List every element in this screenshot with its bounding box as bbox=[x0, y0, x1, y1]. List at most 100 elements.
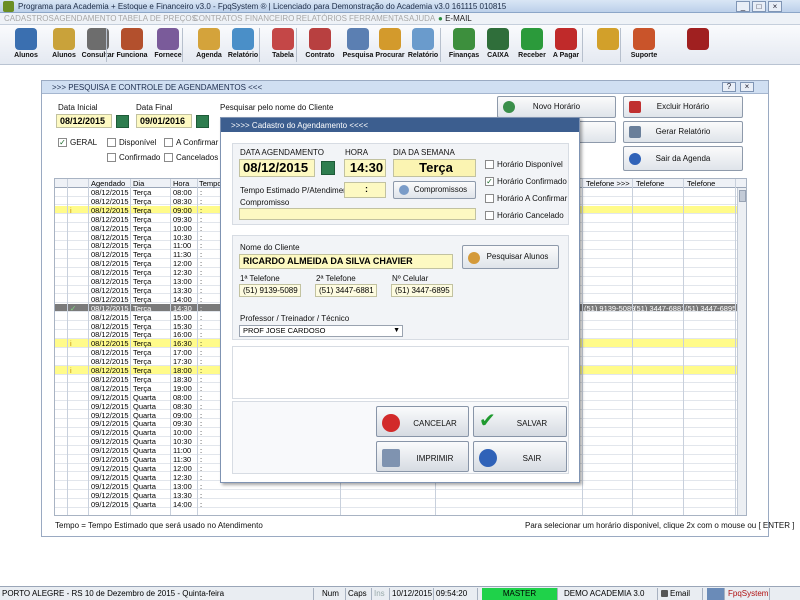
agenda-close-button[interactable]: × bbox=[740, 82, 754, 92]
cell-agendado: 08/12/2015 bbox=[91, 366, 129, 375]
gerar-relatorio-button[interactable]: Gerar Relatório bbox=[623, 121, 743, 143]
cell-tempo: : bbox=[200, 428, 203, 438]
cell-dia: Terça bbox=[133, 205, 152, 215]
menu-cadastros[interactable]: CADASTROS bbox=[4, 14, 54, 23]
toolbar-alunos-button[interactable]: Alunos bbox=[8, 27, 44, 63]
pesquisar-alunos-button[interactable]: Pesquisar Alunos bbox=[462, 245, 559, 269]
toolbar-suporte-button[interactable]: Suporte bbox=[626, 27, 662, 63]
status-confirmar-checkbox[interactable] bbox=[485, 194, 494, 203]
cell-hora: 16:00 bbox=[173, 330, 192, 340]
help-button[interactable]: ? bbox=[722, 82, 736, 92]
column-tempo[interactable]: Tempo bbox=[199, 179, 222, 188]
toolbar-exit-button[interactable] bbox=[680, 27, 716, 63]
celular-label: Nº Celular bbox=[392, 274, 429, 283]
compromissos-button[interactable]: Compromissos bbox=[393, 181, 476, 199]
table-scrollbar[interactable] bbox=[737, 188, 746, 515]
cell-hora: 11:00 bbox=[173, 446, 192, 456]
column-telefone-2[interactable]: Telefone bbox=[636, 179, 664, 188]
status-confirmado-checkbox[interactable]: ✓ bbox=[485, 177, 494, 186]
status-disponivel-checkbox[interactable] bbox=[485, 160, 494, 169]
column-telefone-1[interactable]: Telefone >>> bbox=[586, 179, 630, 188]
cancelar-button[interactable]: CANCELAR bbox=[376, 406, 469, 437]
hora-field[interactable]: 14:30 bbox=[344, 159, 386, 177]
filter-confirmado-label: Confirmado bbox=[119, 153, 161, 162]
toolbar-separator bbox=[582, 28, 583, 62]
menu-financeiro[interactable]: FINANCEIRO bbox=[245, 14, 294, 23]
calendar-icon[interactable] bbox=[196, 115, 209, 128]
filter-cancelados-checkbox[interactable] bbox=[164, 153, 173, 162]
calendar-icon[interactable] bbox=[116, 115, 129, 128]
imprimir-button[interactable]: IMPRIMIR bbox=[376, 441, 469, 472]
menu-agendamento[interactable]: AGENDAMENTO bbox=[54, 14, 117, 23]
menu-ajuda[interactable]: AJUDA bbox=[409, 14, 435, 23]
table-row[interactable]: 09/12/2015 Quarta 13:30: bbox=[55, 490, 746, 500]
status-fpq: FpqSystem bbox=[728, 588, 770, 600]
toolbar-caixa-button[interactable]: CAIXA bbox=[480, 27, 516, 63]
celular-field[interactable]: (51) 3447-6895 bbox=[391, 284, 453, 297]
column-telefone-3[interactable]: Telefone bbox=[687, 179, 715, 188]
sair-button[interactable]: SAIR bbox=[473, 441, 567, 472]
menu-contratos[interactable]: CONTRATOS bbox=[193, 14, 242, 23]
toolbar-contrato-button[interactable]: Contrato bbox=[302, 27, 338, 63]
toolbar-fornece-button[interactable]: Fornece bbox=[150, 27, 186, 63]
toolbar-relatorio-2-button[interactable]: Relatório bbox=[405, 27, 441, 63]
close-button[interactable]: × bbox=[768, 1, 782, 12]
toolbar-procurar-button[interactable]: Procurar bbox=[372, 27, 408, 63]
column-hora[interactable]: Hora bbox=[173, 179, 189, 188]
menu-ferramentas[interactable]: FERRAMENTAS bbox=[349, 14, 409, 23]
toolbar-agenda-button[interactable]: Agenda bbox=[191, 27, 227, 63]
status-cancelado-checkbox[interactable] bbox=[485, 211, 494, 220]
minimize-button[interactable]: _ bbox=[736, 1, 750, 12]
filter-geral-checkbox[interactable]: ✓ bbox=[58, 138, 67, 147]
toolbar-separator bbox=[620, 28, 621, 62]
cell-dia: Terça bbox=[133, 214, 152, 224]
compromisso-field[interactable] bbox=[239, 208, 476, 220]
cliente-field[interactable]: RICARDO ALMEIDA DA SILVA CHAVIER bbox=[239, 254, 453, 269]
cell-agendado: 08/12/2015 bbox=[91, 339, 129, 349]
tel1-field[interactable]: (51) 9139-5089 bbox=[239, 284, 301, 297]
cell-dia: Quarta bbox=[133, 410, 156, 420]
toolbar-consultar-button[interactable]: Consultar bbox=[80, 27, 116, 63]
professor-select[interactable]: PROF JOSE CARDOSO ▼ bbox=[239, 325, 403, 337]
toolbar-a-pagar-button[interactable]: A Pagar bbox=[548, 27, 584, 63]
cell-agendado: 08/12/2015 bbox=[91, 285, 129, 295]
tel2-field[interactable]: (51) 3447-6881 bbox=[315, 284, 377, 297]
menu-relatorios[interactable]: RELATÓRIOS bbox=[296, 14, 347, 23]
novo-horario-button[interactable]: Novo Horário bbox=[497, 96, 616, 118]
toolbar-financas-button[interactable]: Finanças bbox=[446, 27, 482, 63]
table-row[interactable]: 09/12/2015 Quarta 14:00: bbox=[55, 500, 746, 509]
column-agendado[interactable]: Agendado bbox=[91, 179, 125, 188]
sair-agenda-button[interactable]: Sair da Agenda bbox=[623, 146, 743, 171]
menu-email[interactable]: ● E-MAIL bbox=[438, 14, 472, 23]
excluir-horario-button[interactable]: Excluir Horário bbox=[623, 96, 743, 118]
data-final-field[interactable]: 09/01/2016 bbox=[136, 114, 192, 128]
toolbar-label: Consultar bbox=[81, 52, 115, 59]
calendar-icon[interactable] bbox=[321, 161, 335, 175]
grid-divider bbox=[683, 179, 684, 515]
cell-tempo: : bbox=[200, 490, 203, 500]
column-dia[interactable]: Dia bbox=[133, 179, 144, 188]
menu-tabela-precos[interactable]: TABELA DE PREÇOS bbox=[118, 14, 197, 23]
toolbar-label: Fornece bbox=[154, 52, 182, 59]
tempo-estimado-field[interactable]: : bbox=[344, 182, 386, 198]
data-inicial-field[interactable]: 08/12/2015 bbox=[56, 114, 112, 128]
data-agendamento-field[interactable]: 08/12/2015 bbox=[239, 159, 315, 177]
salvar-button[interactable]: ✔ SALVAR bbox=[473, 406, 567, 437]
filter-disponivel-checkbox[interactable] bbox=[107, 138, 116, 147]
filter-confirmar-checkbox[interactable] bbox=[164, 138, 173, 147]
cell-tempo: : bbox=[200, 374, 203, 384]
cell-dia: Quarta bbox=[133, 401, 156, 411]
toolbar-receber-button[interactable]: Receber bbox=[514, 27, 550, 63]
cell-dia: Terça bbox=[133, 277, 152, 286]
status-master: MASTER bbox=[482, 588, 558, 600]
cell-telefone-1: (51) 9139-5089 bbox=[584, 303, 636, 313]
scrollbar-thumb[interactable] bbox=[739, 190, 746, 202]
filter-confirmado-checkbox[interactable] bbox=[107, 153, 116, 162]
toolbar-relatorio-button[interactable]: Relatório bbox=[225, 27, 261, 63]
maximize-button[interactable]: □ bbox=[752, 1, 766, 12]
toolbar-pesquisa-button[interactable]: Pesquisa bbox=[340, 27, 376, 63]
relatorio-icon bbox=[232, 28, 254, 50]
toolbar-funciona-button[interactable]: Funciona bbox=[114, 27, 150, 63]
toolbar-alunos-2-button[interactable]: Alunos bbox=[46, 27, 82, 63]
toolbar-label: Pesquisa bbox=[342, 52, 374, 59]
